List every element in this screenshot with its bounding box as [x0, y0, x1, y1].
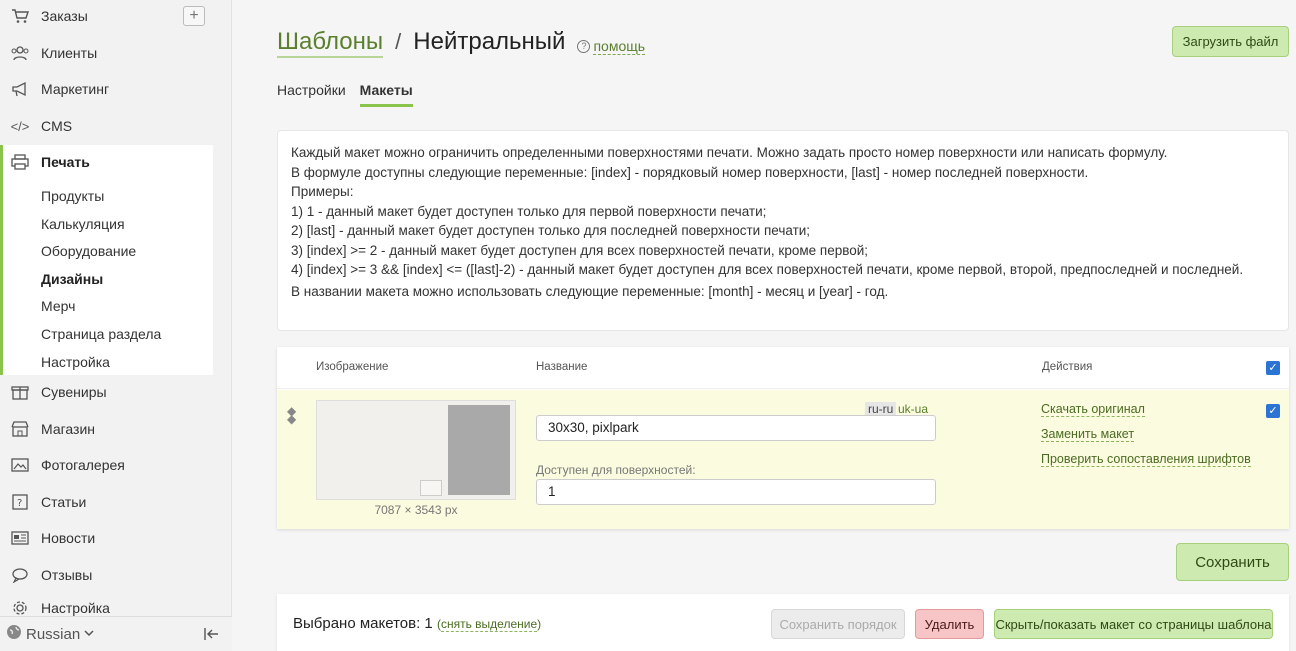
tab-settings[interactable]: Настройки: [277, 82, 346, 107]
add-order-button[interactable]: +: [183, 6, 205, 26]
sidebar-item-clients[interactable]: Клиенты: [0, 35, 213, 71]
news-icon: [9, 528, 31, 548]
sidebar-subitem-products[interactable]: Продукты: [41, 188, 104, 204]
shop-icon: [9, 419, 31, 439]
column-header-image: Изображение: [316, 361, 389, 373]
check-fonts-link[interactable]: Проверить сопоставления шрифтов: [1041, 452, 1251, 467]
upload-file-button[interactable]: Загрузить файл: [1172, 26, 1289, 57]
info-box: Каждый макет можно ограничить определенн…: [277, 130, 1289, 331]
deselect-link[interactable]: (снять выделение): [437, 617, 541, 632]
info-line: В формуле доступны следующие переменные:…: [291, 164, 1089, 180]
printer-icon: [9, 152, 31, 172]
article-icon: ?: [9, 492, 31, 512]
sidebar-item-label: CMS: [41, 118, 73, 134]
svg-text:?: ?: [17, 498, 22, 509]
select-all-checkbox[interactable]: ✓: [1266, 361, 1280, 375]
breadcrumb-separator: /: [395, 29, 402, 54]
language-selector[interactable]: Russian: [26, 626, 80, 643]
chevron-down-icon[interactable]: [84, 628, 94, 640]
cart-icon: [9, 6, 31, 26]
tab-layouts[interactable]: Макеты: [359, 82, 413, 107]
help-link[interactable]: ? помощь: [577, 38, 646, 55]
sidebar-item-label: Отзывы: [41, 567, 93, 583]
help-icon: ?: [577, 40, 591, 53]
layouts-table: Изображение Название Действия ✓ ◆ ◆ 7087 …: [277, 347, 1289, 529]
download-original-link[interactable]: Скачать оригинал: [1041, 402, 1145, 417]
main-content: Шаблоны / Нейтральный ? помощь Загрузить…: [232, 0, 1296, 651]
sidebar-item-shop[interactable]: Магазин: [0, 411, 213, 447]
sidebar-item-label: Новости: [41, 530, 96, 546]
table-row: ◆ ◆ 7087 × 3543 px ru-ru uk-ua 30x30, pix…: [277, 390, 1289, 529]
bulk-actions-bar: Выбрано макетов: 1 (снять выделение) Сох…: [277, 594, 1289, 651]
sidebar-item-reviews[interactable]: Отзывы: [0, 557, 213, 593]
code-icon: </>: [10, 118, 30, 134]
save-order-button[interactable]: Сохранить порядок: [771, 609, 905, 639]
sidebar-item-label: Заказы: [41, 8, 88, 24]
sidebar-item-label: Настройка: [41, 600, 110, 616]
collapse-sidebar-icon[interactable]: [204, 627, 220, 645]
replace-layout-link[interactable]: Заменить макет: [1041, 427, 1135, 442]
sidebar-subitem-equipment[interactable]: Оборудование: [41, 243, 136, 259]
row-checkbox[interactable]: ✓: [1266, 404, 1280, 418]
reviews-icon: [9, 565, 31, 585]
sidebar-item-cms[interactable]: </> CMS: [0, 108, 213, 144]
sidebar-item-label: Магазин: [41, 421, 96, 437]
page-header: Шаблоны / Нейтральный ? помощь: [277, 28, 646, 58]
lang-tab-ru[interactable]: ru-ru: [865, 402, 897, 416]
info-line: 2) [last] - данный макет будет доступен …: [291, 223, 811, 238]
sidebar-footer: Russian: [0, 616, 232, 651]
sidebar-item-print[interactable]: Печать: [0, 144, 213, 180]
sidebar: Заказы + Клиенты Маркетинг </> CMS Печат…: [0, 0, 232, 651]
breadcrumb[interactable]: Шаблоны: [277, 28, 384, 58]
table-header: Изображение Название Действия ✓: [277, 347, 1289, 389]
selected-count: Выбрано макетов: 1 (снять выделение): [293, 615, 542, 632]
tabs: Настройки Макеты: [277, 82, 413, 107]
sidebar-item-label: Печать: [41, 154, 90, 170]
save-button[interactable]: Сохранить: [1176, 543, 1289, 581]
sidebar-subitem-merch[interactable]: Мерч: [41, 298, 75, 314]
gift-icon: [9, 382, 31, 402]
megaphone-icon: [9, 79, 31, 99]
sidebar-subitem-designs[interactable]: Дизайны: [41, 271, 103, 287]
info-line: Каждый макет можно ограничить определенн…: [291, 145, 1168, 160]
gallery-icon: [9, 455, 31, 475]
lang-tab-uk[interactable]: uk-ua: [898, 402, 928, 416]
layout-thumbnail: [316, 400, 516, 500]
column-header-actions: Действия: [1042, 361, 1093, 373]
sidebar-item-label: Маркетинг: [41, 81, 110, 97]
sidebar-subitem-section-page[interactable]: Страница раздела: [41, 326, 161, 342]
sidebar-subitem-settings[interactable]: Настройка: [41, 354, 110, 370]
info-line: Примеры:: [291, 184, 354, 199]
sidebar-item-souvenirs[interactable]: Сувениры: [0, 374, 213, 410]
info-line: 4) [index] >= 3 && [index] <= ([last]-2)…: [291, 262, 1244, 277]
image-dimensions: 7087 × 3543 px: [374, 503, 458, 517]
sidebar-item-label: Фотогалерея: [41, 457, 125, 473]
toggle-visibility-button[interactable]: Скрыть/показать макет со страницы шаблон…: [994, 609, 1273, 639]
info-line: 1) 1 - данный макет будет доступен тольк…: [291, 203, 767, 219]
info-line: 3) [index] >= 2 - данный макет будет дос…: [291, 242, 869, 258]
page-title: Нейтральный: [413, 28, 566, 55]
sidebar-item-label: Клиенты: [41, 45, 98, 61]
sidebar-item-news[interactable]: Новости: [0, 520, 213, 556]
layout-name-input[interactable]: 30x30, pixlpark: [536, 415, 936, 441]
sidebar-item-marketing[interactable]: Маркетинг: [0, 71, 213, 107]
sidebar-item-label: Статьи: [41, 494, 87, 510]
column-header-name: Название: [536, 361, 588, 373]
sidebar-item-orders[interactable]: Заказы: [0, 0, 213, 34]
sidebar-item-articles[interactable]: ? Статьи: [0, 484, 213, 520]
surfaces-input[interactable]: 1: [536, 479, 936, 505]
info-line: В названии макета можно использовать сле…: [291, 283, 889, 299]
users-icon: [9, 43, 31, 63]
drag-handle-icon[interactable]: ◆ ◆: [287, 405, 296, 425]
delete-button[interactable]: Удалить: [915, 609, 984, 639]
sidebar-subitem-calculation[interactable]: Калькуляция: [41, 216, 125, 232]
sidebar-item-gallery[interactable]: Фотогалерея: [0, 447, 213, 483]
surfaces-label: Доступен для поверхностей:: [536, 463, 696, 477]
settings-icon: [9, 598, 31, 618]
sidebar-item-label: Сувениры: [41, 384, 107, 400]
globe-icon: [6, 624, 22, 644]
